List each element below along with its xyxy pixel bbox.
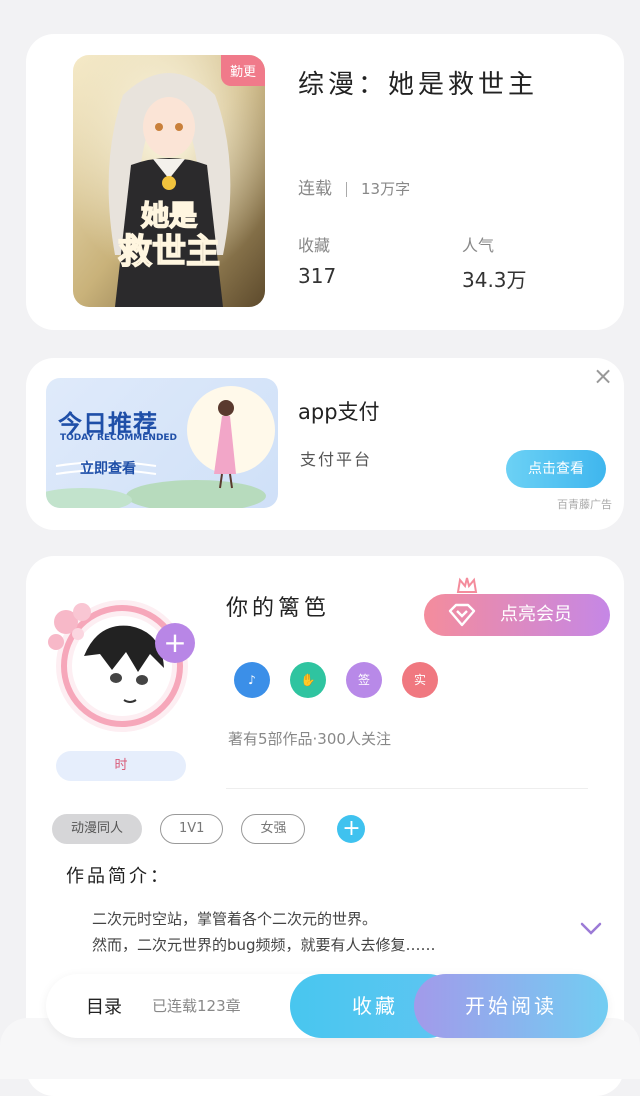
diamond-icon bbox=[448, 603, 476, 627]
ad-view-button[interactable]: 点击查看 bbox=[506, 450, 606, 488]
tag-item[interactable]: 女强 bbox=[241, 814, 306, 844]
update-tag: 勤更 bbox=[220, 55, 265, 86]
bottom-action-bar: 目录 已连载123章 收藏 开始阅读 bbox=[46, 974, 608, 1038]
vip-button-label: 点亮会员 bbox=[500, 604, 572, 625]
book-status-line: 连载 13万字 bbox=[298, 174, 410, 199]
favorites-label: 收藏 bbox=[298, 236, 331, 255]
word-count: 13万字 bbox=[361, 180, 411, 198]
intro-line: 然而，二次元世界的bug频频，就要有人去修复…… bbox=[92, 936, 436, 954]
intro-title: 作品简介： bbox=[66, 866, 171, 887]
author-stats: 著有5部作品·300人关注 bbox=[228, 730, 391, 748]
avatar[interactable]: + bbox=[38, 582, 198, 742]
chapter-count[interactable]: 已连载123章 bbox=[152, 995, 241, 1016]
avatar-badge: 时 bbox=[56, 751, 186, 781]
toc-button[interactable]: 目录 bbox=[86, 993, 122, 1019]
handshake-icon[interactable]: ✋ bbox=[290, 662, 326, 698]
ad-source-note: 百青藤广告 bbox=[557, 498, 612, 511]
ad-banner-image[interactable]: 今日推荐 TODAY RECOMMENDED 立即查看 bbox=[46, 378, 278, 508]
intro-text: 二次元时空站，掌管着各个二次元的世界。 然而，二次元世界的bug频频，就要有人去… bbox=[92, 906, 552, 958]
book-title: 综漫：她是救世主 bbox=[298, 70, 539, 100]
book-cover[interactable]: 她是 救世主 勤更 bbox=[73, 55, 265, 307]
follow-plus-button[interactable]: + bbox=[155, 623, 195, 663]
book-info-card: 她是 救世主 勤更 综漫：她是救世主 连载 13万字 收藏 317 人气 34.3… bbox=[26, 34, 624, 330]
meta-divider bbox=[346, 181, 347, 197]
crown-icon bbox=[456, 577, 478, 593]
favorites-value: 317 bbox=[298, 264, 337, 288]
ad-card[interactable]: 今日推荐 TODAY RECOMMENDED 立即查看 app支付 支付平台 ×… bbox=[26, 358, 624, 530]
ad-banner-subtitle: TODAY RECOMMENDED bbox=[60, 433, 178, 443]
vip-button[interactable]: 点亮会员 bbox=[424, 594, 610, 636]
author-name: 你的篱笆 bbox=[226, 596, 331, 621]
ad-title: app支付 bbox=[298, 400, 380, 424]
ad-banner-illustration bbox=[46, 386, 275, 508]
tag-list: 动漫同人 1V1 女强 + bbox=[52, 814, 366, 844]
start-reading-button[interactable]: 开始阅读 bbox=[414, 974, 608, 1038]
serial-status: 连载 bbox=[298, 179, 332, 199]
sign-icon[interactable]: 签 bbox=[346, 662, 382, 698]
chevron-down-icon[interactable] bbox=[580, 922, 602, 936]
add-tag-button[interactable]: + bbox=[337, 815, 366, 843]
divider bbox=[226, 788, 588, 789]
music-note-icon[interactable]: ♪ bbox=[234, 662, 270, 698]
cover-title-line1: 她是 bbox=[141, 199, 197, 232]
real-icon[interactable]: 实 bbox=[402, 662, 438, 698]
ad-subtitle: 支付平台 bbox=[300, 450, 373, 469]
ad-banner-cta: 立即查看 bbox=[80, 461, 136, 477]
popularity-label: 人气 bbox=[462, 236, 495, 255]
cover-illustration: 她是 救世主 bbox=[73, 55, 265, 307]
intro-line: 二次元时空站，掌管着各个二次元的世界。 bbox=[92, 910, 378, 928]
tag-item[interactable]: 1V1 bbox=[160, 814, 224, 844]
cover-title-line2: 救世主 bbox=[118, 232, 220, 272]
popularity-value: 34.3万 bbox=[462, 268, 527, 292]
medal-list: ♪ ✋ 签 实 bbox=[234, 662, 438, 698]
tag-item[interactable]: 动漫同人 bbox=[52, 814, 143, 844]
close-icon[interactable]: × bbox=[592, 364, 614, 388]
